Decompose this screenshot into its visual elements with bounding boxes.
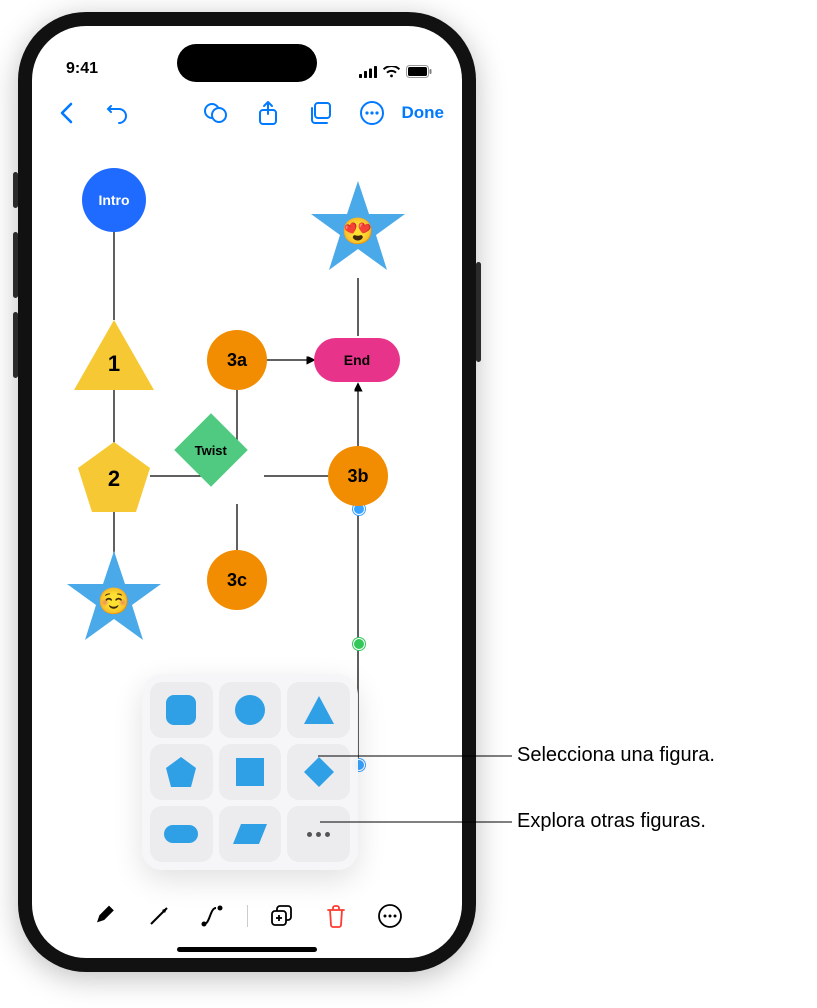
battery-icon	[406, 65, 432, 78]
more-button[interactable]	[350, 91, 394, 135]
undo-button[interactable]	[96, 91, 140, 135]
media-button[interactable]	[194, 91, 238, 135]
callout-lines	[0, 0, 817, 1008]
share-button[interactable]	[246, 91, 290, 135]
boards-button[interactable]	[298, 91, 342, 135]
status-icons	[359, 65, 432, 78]
callout-select-shape: Selecciona una figura.	[517, 744, 715, 767]
cellular-icon	[359, 66, 377, 78]
callout-explore-shapes: Explora otras figuras.	[517, 810, 706, 833]
back-button[interactable]	[44, 91, 88, 135]
status-time: 9:41	[66, 60, 98, 78]
wifi-icon	[383, 66, 400, 78]
done-button[interactable]: Done	[402, 103, 451, 123]
top-toolbar: Done	[32, 88, 462, 138]
dynamic-island	[177, 44, 317, 82]
